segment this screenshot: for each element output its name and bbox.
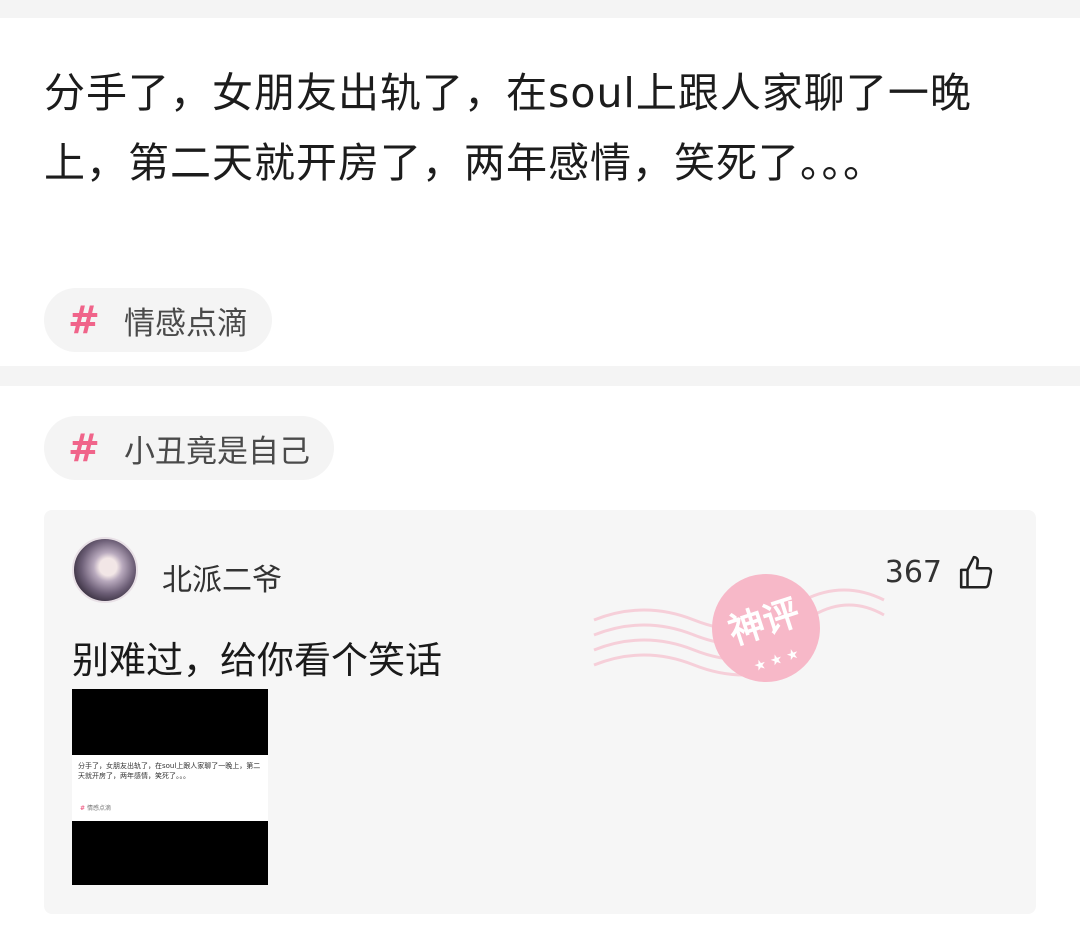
like-count: 367 [884, 555, 942, 590]
comment-image-attachment[interactable]: 分手了，女朋友出轨了，在soul上跟人家聊了一晚上，第二天就开房了，两年感情，笑… [72, 689, 268, 885]
avatar[interactable] [72, 537, 138, 603]
post-tag-chip[interactable]: # 情感点滴 [44, 288, 272, 352]
topic-tag-label: 小丑竟是自己 [124, 433, 310, 470]
attachment-screenshot: 分手了，女朋友出轨了，在soul上跟人家聊了一晚上，第二天就开房了，两年感情，笑… [72, 755, 268, 821]
post-tag-label: 情感点滴 [124, 305, 248, 342]
hash-icon: # [68, 298, 100, 342]
username[interactable]: 北派二爷 [162, 555, 282, 599]
god-comment-stamp: 神评 ★ ★ ★ [593, 574, 885, 682]
thumbs-up-icon[interactable] [958, 554, 996, 592]
comment-text: 别难过，给你看个笑话 [72, 639, 442, 682]
attachment-tag: # 情感点滴 [80, 805, 111, 812]
hot-comment-card: 神评 ★ ★ ★ 北派二爷 367 别难过，给你看个笑话 分手了，女朋友出轨了，… [44, 510, 1036, 914]
topic-tag-chip[interactable]: # 小丑竟是自己 [44, 416, 334, 480]
hash-icon: # [68, 426, 100, 470]
attachment-text: 分手了，女朋友出轨了，在soul上跟人家聊了一晚上，第二天就开房了，两年感情，笑… [78, 762, 261, 780]
quoted-post-card: 分手了，女朋友出轨了，在soul上跟人家聊了一晚上，第二天就开房了，两年感情，笑… [0, 18, 1080, 366]
post-text: 分手了，女朋友出轨了，在soul上跟人家聊了一晚上，第二天就开房了，两年感情，笑… [44, 69, 972, 187]
